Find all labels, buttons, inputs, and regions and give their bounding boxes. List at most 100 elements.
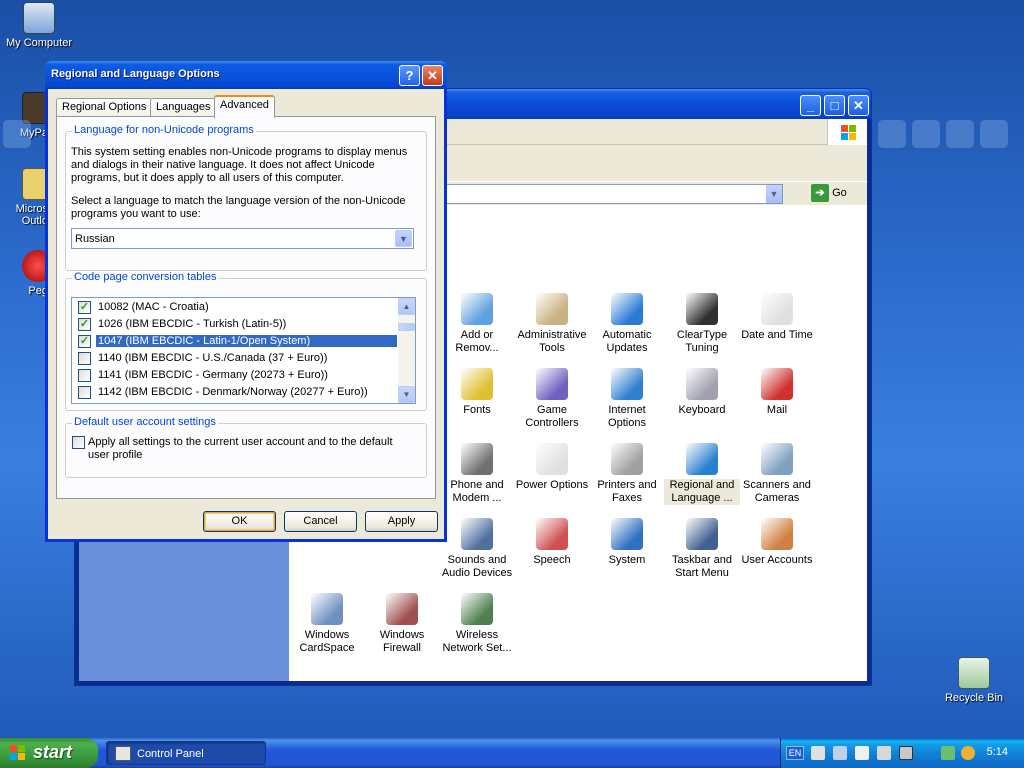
default-user-group: Default user account settings Apply all …	[65, 416, 427, 478]
network-icon[interactable]	[941, 746, 955, 760]
scroll-down-button[interactable]: ▼	[398, 386, 415, 403]
language-indicator[interactable]: EN	[786, 746, 804, 760]
code-page-label: 1142 (IBM EBCDIC - Denmark/Norway (20277…	[98, 386, 368, 398]
applet-user-accounts[interactable]: User Accounts	[739, 518, 815, 567]
applet-automatic-updates[interactable]: Automatic Updates	[589, 293, 665, 355]
taskbar: start Control Panel EN 5:14	[0, 738, 1024, 768]
applet-clock[interactable]: Date and Time	[739, 293, 815, 342]
code-page-checkbox[interactable]	[78, 386, 91, 399]
applet-keyboard[interactable]: Keyboard	[664, 368, 740, 417]
help-button[interactable]: ?	[399, 65, 420, 86]
desktop-icon-outlook[interactable]: Micros Outlo	[0, 168, 54, 227]
code-page-checkbox[interactable]: ✓	[78, 335, 91, 348]
dialog-titlebar[interactable]: Regional and Language Options ? ✕	[45, 61, 447, 89]
scanner-icon	[761, 443, 793, 475]
automatic-updates-icon	[611, 293, 643, 325]
code-page-label: 1141 (IBM EBCDIC - Germany (20273 + Euro…	[98, 369, 328, 381]
pen-icon[interactable]	[833, 746, 847, 760]
non-unicode-description: This system setting enables non-Unicode …	[71, 146, 408, 184]
desktop-icon-label: Peg	[28, 285, 48, 297]
keyboard-icon[interactable]	[811, 746, 825, 760]
applet-label: Power Options	[515, 479, 589, 491]
desktop-icon-peg[interactable]: Peg	[0, 250, 54, 297]
decorative-square	[946, 120, 974, 148]
applet-label: ClearType Tuning	[676, 329, 728, 354]
cancel-button[interactable]: Cancel	[284, 511, 357, 532]
code-page-checkbox[interactable]	[78, 369, 91, 382]
list-item[interactable]: 1141 (IBM EBCDIC - Germany (20273 + Euro…	[74, 367, 397, 384]
maximize-button[interactable]: □	[824, 95, 845, 116]
applet-label: Windows Firewall	[379, 629, 425, 654]
applet-fonts[interactable]: Fonts	[439, 368, 515, 417]
applet-game-controller[interactable]: Game Controllers	[514, 368, 590, 430]
list-item[interactable]: 1142 (IBM EBCDIC - Denmark/Norway (20277…	[74, 384, 397, 401]
applet-cardspace[interactable]: Windows CardSpace	[289, 593, 365, 655]
close-button[interactable]: ✕	[422, 65, 443, 86]
taskbar-icon	[686, 518, 718, 550]
code-page-group: Code page conversion tables ▲ ▼ ✓ 10082 (…	[65, 271, 427, 411]
applet-printer[interactable]: Printers and Faxes	[589, 443, 665, 505]
chevron-down-icon[interactable]: ▼	[395, 230, 412, 247]
applet-firewall[interactable]: Windows Firewall	[364, 593, 440, 655]
ok-button[interactable]: OK	[203, 511, 276, 532]
scroll-thumb[interactable]	[398, 323, 415, 331]
group-legend: Language for non-Unicode programs	[72, 124, 256, 136]
scroll-up-button[interactable]: ▲	[398, 298, 415, 315]
windows-logo-icon	[10, 745, 26, 761]
chevron-down-icon[interactable]: ▼	[765, 185, 782, 203]
code-page-checkbox[interactable]: ✓	[78, 301, 91, 314]
group-legend: Code page conversion tables	[72, 271, 219, 283]
tab-languages[interactable]: Languages	[150, 98, 217, 117]
add-remove-icon	[461, 293, 493, 325]
code-page-list[interactable]: ▲ ▼ ✓ 10082 (MAC - Croatia) ✓ 1026 (IBM EBC…	[71, 297, 416, 404]
vertical-scrollbar[interactable]: ▲ ▼	[398, 298, 415, 403]
desktop-icon-label: Micros Outlo	[15, 203, 48, 227]
desktop-icon-my-computer[interactable]: My Computer	[0, 2, 78, 49]
tab-advanced[interactable]: Advanced	[214, 95, 275, 118]
code-page-label: 10082 (MAC - Croatia)	[98, 301, 209, 313]
list-item[interactable]: ✓ 10082 (MAC - Croatia)	[74, 299, 397, 316]
close-button[interactable]: ✕	[848, 95, 869, 116]
search-icon[interactable]	[961, 746, 975, 760]
language-select[interactable]: Russian ▼	[71, 228, 414, 249]
list-item[interactable]: ✓ 1047 (IBM EBCDIC - Latin-1/Open System)	[74, 333, 397, 350]
decorative-square	[3, 120, 31, 148]
applet-taskbar[interactable]: Taskbar and Start Menu	[664, 518, 740, 580]
tablet-icon[interactable]	[855, 746, 869, 760]
applet-speaker[interactable]: Sounds and Audio Devices	[439, 518, 515, 580]
code-page-checkbox[interactable]: ✓	[78, 318, 91, 331]
speech-icon	[536, 518, 568, 550]
applet-system[interactable]: System	[589, 518, 665, 567]
applet-scanner[interactable]: Scanners and Cameras	[739, 443, 815, 505]
go-arrow-icon: ➔	[811, 184, 829, 202]
list-item[interactable]: ✓ 1026 (IBM EBCDIC - Turkish (Latin-5))	[74, 316, 397, 333]
apply-all-checkbox[interactable]	[72, 436, 85, 449]
go-button[interactable]: ➔ Go	[811, 184, 853, 204]
apply-button[interactable]: Apply	[365, 511, 438, 532]
applet-globe[interactable]: Regional and Language ...	[664, 443, 740, 505]
applet-add-remove[interactable]: Add or Remov...	[439, 293, 515, 355]
applet-speech[interactable]: Speech	[514, 518, 590, 567]
start-label: start	[33, 742, 73, 762]
code-page-checkbox[interactable]	[78, 352, 91, 365]
applet-power-options[interactable]: Power Options	[514, 443, 590, 492]
system-icon	[611, 518, 643, 550]
applet-mail[interactable]: Mail	[739, 368, 815, 417]
applet-wireless[interactable]: Wireless Network Set...	[439, 593, 515, 655]
applet-phone-modem[interactable]: Phone and Modem ...	[439, 443, 515, 505]
tab-regional-options[interactable]: Regional Options	[56, 98, 153, 117]
applet-cleartype[interactable]: ClearType Tuning	[664, 293, 740, 355]
start-button[interactable]: start	[0, 738, 98, 768]
minimize-button[interactable]: _	[800, 95, 821, 116]
writing-icon[interactable]	[877, 746, 891, 760]
applet-internet-options[interactable]: Internet Options	[589, 368, 665, 430]
applet-label: User Accounts	[741, 554, 813, 566]
applet-administrative-tools[interactable]: Administrative Tools	[514, 293, 590, 355]
applet-label: Printers and Faxes	[597, 479, 657, 504]
applet-label: Keyboard	[678, 404, 726, 416]
taskbar-item-control-panel[interactable]: Control Panel	[106, 741, 266, 765]
desktop-icon-recycle-bin[interactable]: Recycle Bin	[935, 657, 1013, 704]
handwriting-icon[interactable]	[899, 746, 913, 760]
applet-label: Mail	[766, 404, 788, 416]
list-item[interactable]: 1140 (IBM EBCDIC - U.S./Canada (37 + Eur…	[74, 350, 397, 367]
